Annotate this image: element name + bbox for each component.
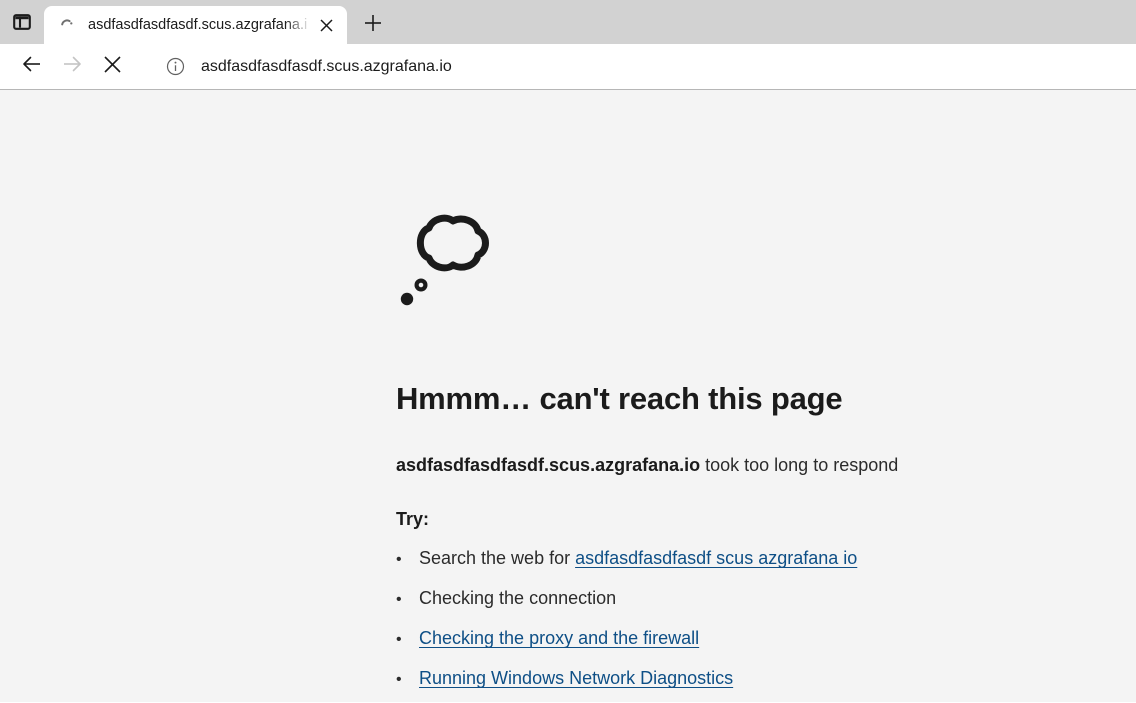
- tab-list-button[interactable]: [0, 0, 44, 44]
- list-item: • Checking the proxy and the firewall: [396, 628, 1096, 668]
- suggestion-prefix: Search the web for: [419, 548, 576, 569]
- error-page: Hmmm… can't reach this page asdfasdfasdf…: [0, 90, 1136, 702]
- stop-close-icon: [103, 55, 122, 79]
- url-text: asdfasdfasdfasdf.scus.azgrafana.io: [201, 57, 452, 75]
- page-title: Hmmm… can't reach this page: [396, 381, 843, 416]
- network-diagnostics-link[interactable]: Running Windows Network Diagnostics: [419, 668, 733, 688]
- list-item: • Running Windows Network Diagnostics: [396, 668, 1096, 703]
- suggestion-list: • Search the web for asdfasdfasdfasdf sc…: [396, 548, 1096, 703]
- bullet-icon: •: [396, 551, 402, 569]
- address-bar[interactable]: asdfasdfasdfasdf.scus.azgrafana.io: [149, 49, 1136, 84]
- back-button[interactable]: [12, 50, 52, 84]
- tab-title: asdfasdfasdfasdf.scus.azgrafana.i: [88, 17, 308, 33]
- new-tab-button[interactable]: [353, 6, 393, 44]
- browser-tab[interactable]: asdfasdfasdfasdf.scus.azgrafana.i: [44, 6, 347, 44]
- loading-favicon: [58, 16, 76, 34]
- forward-arrow-icon: [61, 53, 83, 80]
- bullet-icon: •: [396, 631, 402, 649]
- error-subtitle-rest: took too long to respond: [700, 455, 899, 475]
- browser-titlebar: asdfasdfasdfasdf.scus.azgrafana.i: [0, 0, 1136, 44]
- bullet-icon: •: [396, 671, 402, 689]
- list-item-text: Search the web for asdfasdfasdfasdf scus…: [419, 548, 857, 569]
- error-subtitle: asdfasdfasdfasdf.scus.azgrafana.io took …: [396, 453, 1096, 477]
- error-host: asdfasdfasdfasdf.scus.azgrafana.io: [396, 455, 701, 475]
- list-item: • Search the web for asdfasdfasdfasdf sc…: [396, 548, 1096, 588]
- list-item-text: Checking the proxy and the firewall: [419, 628, 699, 649]
- back-arrow-icon: [21, 53, 43, 80]
- list-item-text: Running Windows Network Diagnostics: [419, 668, 733, 689]
- forward-button: [52, 50, 92, 84]
- error-content: Hmmm… can't reach this page asdfasdfasdf…: [396, 90, 1096, 703]
- browser-toolbar: asdfasdfasdfasdf.scus.azgrafana.io: [0, 44, 1136, 90]
- bullet-icon: •: [396, 591, 402, 609]
- check-proxy-firewall-link[interactable]: Checking the proxy and the firewall: [419, 628, 699, 648]
- tab-list-icon: [13, 13, 31, 31]
- try-label: Try:: [396, 509, 430, 530]
- close-icon[interactable]: [311, 10, 341, 40]
- list-item-text: Checking the connection: [419, 588, 617, 609]
- plus-icon: [363, 13, 383, 38]
- stop-loading-button[interactable]: [92, 50, 132, 84]
- thought-bubble-icon: [396, 202, 1096, 317]
- info-circle-icon[interactable]: [161, 53, 189, 81]
- search-web-link[interactable]: asdfasdfasdfasdf scus azgrafana io: [575, 548, 857, 568]
- list-item: • Checking the connection: [396, 588, 1096, 628]
